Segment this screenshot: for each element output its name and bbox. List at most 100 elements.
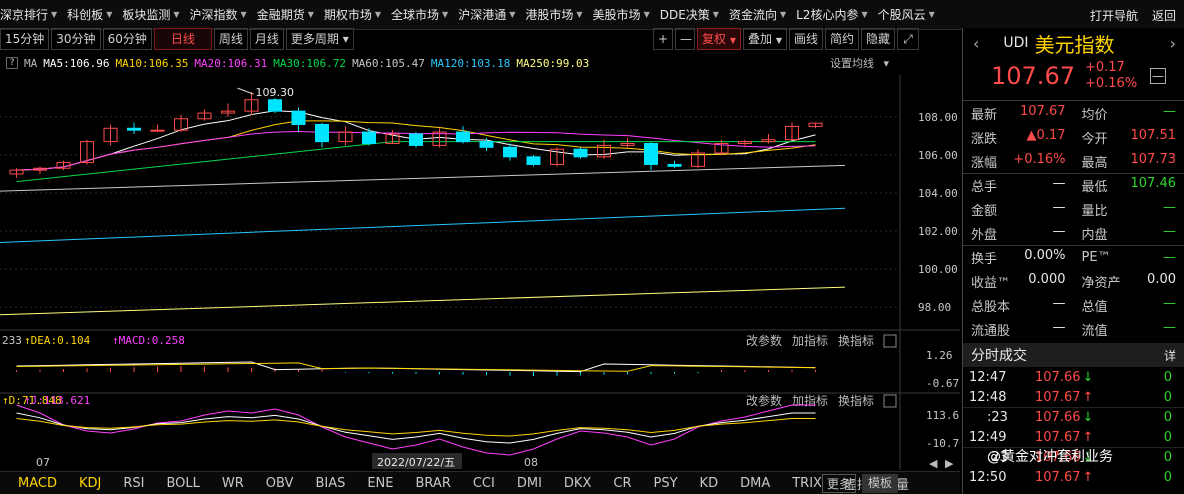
quote-row: 外盘 — 内盘 — <box>963 221 1184 245</box>
scroll-right-icon[interactable]: ▶ <box>945 457 954 470</box>
ma-legend: ? MA MA5:106.96 MA10:106.35 MA20:106.31 … <box>0 53 960 73</box>
chevron-down-icon: ▼ <box>643 10 650 19</box>
quote-row: 换手 0.00% PE™ — <box>963 245 1184 269</box>
indicator-tab[interactable]: MACD <box>0 476 68 491</box>
nav-item[interactable]: 期权市场 ▼ <box>324 6 389 23</box>
indicator-tab[interactable]: BOLL <box>155 476 210 491</box>
ma-settings-button[interactable]: 设置均线 ▾ <box>830 55 889 71</box>
arrow-down-icon: ↓ <box>1082 410 1094 425</box>
period-button[interactable]: 月线 <box>249 28 284 50</box>
nav-item[interactable]: 沪深指数 ▼ <box>190 6 255 23</box>
nav-item[interactable]: 沪深港通 ▼ <box>458 6 523 23</box>
indicator-add-button[interactable]: 加指标 <box>792 393 828 408</box>
ticks-detail-button[interactable]: 详 <box>1164 347 1176 364</box>
nav-item-label: 科创板 <box>67 8 104 22</box>
chevron-down-icon: ▼ <box>240 10 247 19</box>
tick-row: 12:48 107.67 ↑ 0 <box>963 387 1184 407</box>
macd-label: 233 <box>2 334 22 347</box>
quote-label: 最低 <box>1081 180 1108 195</box>
indicator-tab[interactable]: DMI <box>506 476 553 491</box>
indicator-tab[interactable]: CR <box>602 476 642 491</box>
more-button[interactable]: 更多 <box>822 473 857 493</box>
indicator-tab[interactable]: KDJ <box>68 476 112 491</box>
candle-body <box>291 110 306 125</box>
fuquan-button[interactable]: 复权 ▼ <box>697 28 741 50</box>
quote-row: 金额 — 量比 — <box>963 197 1184 221</box>
nav-item[interactable]: DDE决策 ▼ <box>660 6 727 23</box>
nav-item[interactable]: 科创板 ▼ <box>67 6 120 23</box>
indicator-tab[interactable]: OBV <box>255 476 305 491</box>
nav-item-label: 个股风云 <box>877 8 926 22</box>
back-button[interactable]: 返回 <box>1152 7 1176 24</box>
tick-volume: 0 <box>1163 369 1172 385</box>
quote-label: 涨跌 <box>971 131 998 147</box>
open-nav-button[interactable]: 打开导航 <box>1090 7 1138 24</box>
watermark: @黄金对冲套利业务 <box>987 449 1113 465</box>
ma250-value: MA250:99.03 <box>516 56 590 70</box>
indicator-change-button[interactable]: 换指标 <box>838 393 874 408</box>
quote-value: — <box>1163 199 1176 215</box>
period-button[interactable]: 周线 <box>213 28 248 50</box>
scroll-left-icon[interactable]: ◀ <box>929 457 938 470</box>
price-tick: 100.00 <box>918 263 958 276</box>
nav-item[interactable]: 美股市场 ▼ <box>593 6 658 23</box>
nav-item[interactable]: 金融期货 ▼ <box>257 6 322 23</box>
nav-item[interactable]: L2核心内参 ▼ <box>796 6 875 23</box>
draw-line-button[interactable]: 画线 <box>789 28 824 50</box>
chevron-down-icon: ▼ <box>442 10 449 19</box>
ma60-line <box>0 164 846 192</box>
indicator-tab[interactable]: ENE <box>356 476 404 491</box>
quote-value: — <box>1052 223 1066 239</box>
quote-row: 总手 — 最低 107.46 <box>963 173 1184 197</box>
zoom-out-button[interactable]: — <box>675 28 695 50</box>
kdj-axis-tick: 113.62 <box>926 409 960 422</box>
period-button[interactable]: 更多周期 ▾ <box>285 28 354 50</box>
kline-chart[interactable]: 108.00 106.00 104.00 102.00 100.00 98.00 109.3… <box>0 75 960 470</box>
ticks-title: 分时成交 <box>971 348 1027 364</box>
chevron-right-icon[interactable]: › <box>1170 34 1176 53</box>
nav-item[interactable]: 全球市场 ▼ <box>391 6 456 23</box>
fullscreen-icon[interactable]: ⤢ <box>897 28 920 50</box>
quote-label: 内盘 <box>1081 227 1108 243</box>
indicator-tab[interactable]: KD <box>689 476 730 491</box>
quote-label: 流通股 <box>971 323 1011 339</box>
tick-price: 107.67 <box>1035 389 1081 405</box>
collapse-icon[interactable]: — <box>1150 68 1166 84</box>
simple-button[interactable]: 简约 <box>825 28 860 50</box>
nav-item[interactable]: 个股风云 ▼ <box>878 6 943 23</box>
overlay-button[interactable]: 叠加 ▼ <box>743 28 787 50</box>
indicator-tab[interactable]: DMA <box>729 476 781 491</box>
indicator-tab[interactable]: BRAR <box>405 476 462 491</box>
nav-item[interactable]: 板块监测 ▼ <box>122 6 187 23</box>
indicator-tab[interactable]: CCI <box>462 476 506 491</box>
quote-label: 今开 <box>1081 131 1108 147</box>
period-toolbar: 15分钟 30分钟 60分钟 日线 周线 月线 更多周期 ▾ + — 复权 ▼ 叠加 ▼ 画… <box>0 27 960 51</box>
indicator-tab[interactable]: PSY <box>643 476 689 491</box>
quote-label: 最高 <box>1081 155 1108 171</box>
ticks-header: 分时成交 详 <box>963 343 1184 367</box>
indicator-tab[interactable]: BIAS <box>304 476 356 491</box>
zoom-in-button[interactable]: + <box>653 28 673 50</box>
period-button[interactable]: 日线 <box>153 28 212 50</box>
template-button[interactable]: 模板 <box>862 473 899 493</box>
quote-value: ▲0.17 <box>1026 127 1066 143</box>
quote-row: 流通股 — 流值 — <box>963 317 1184 341</box>
nav-item[interactable]: 港股市场 ▼ <box>525 6 590 23</box>
help-icon[interactable]: ? <box>6 57 18 69</box>
quote-value: — <box>1163 250 1176 265</box>
nav-item[interactable]: 资金流向 ▼ <box>729 6 794 23</box>
indicator-params-button[interactable]: 改参数 <box>746 393 782 408</box>
period-button[interactable]: 60分钟 <box>102 28 152 50</box>
indicator-change-button[interactable]: 换指标 <box>838 333 874 348</box>
indicator-params-button[interactable]: 改参数 <box>746 333 782 348</box>
chevron-left-icon[interactable]: ‹ <box>973 34 979 53</box>
period-button[interactable]: 30分钟 <box>51 28 101 50</box>
period-button[interactable]: 15分钟 <box>0 28 50 50</box>
quote-row: 收益™ 0.000 净资产 0.00 <box>963 269 1184 293</box>
indicator-tab[interactable]: WR <box>211 476 255 491</box>
nav-item[interactable]: 深京排行 ▼ <box>0 6 65 23</box>
indicator-tab[interactable]: RSI <box>112 476 155 491</box>
indicator-add-button[interactable]: 加指标 <box>792 333 828 348</box>
indicator-tab[interactable]: DKX <box>553 476 602 491</box>
hide-button[interactable]: 隐藏 <box>861 28 896 50</box>
